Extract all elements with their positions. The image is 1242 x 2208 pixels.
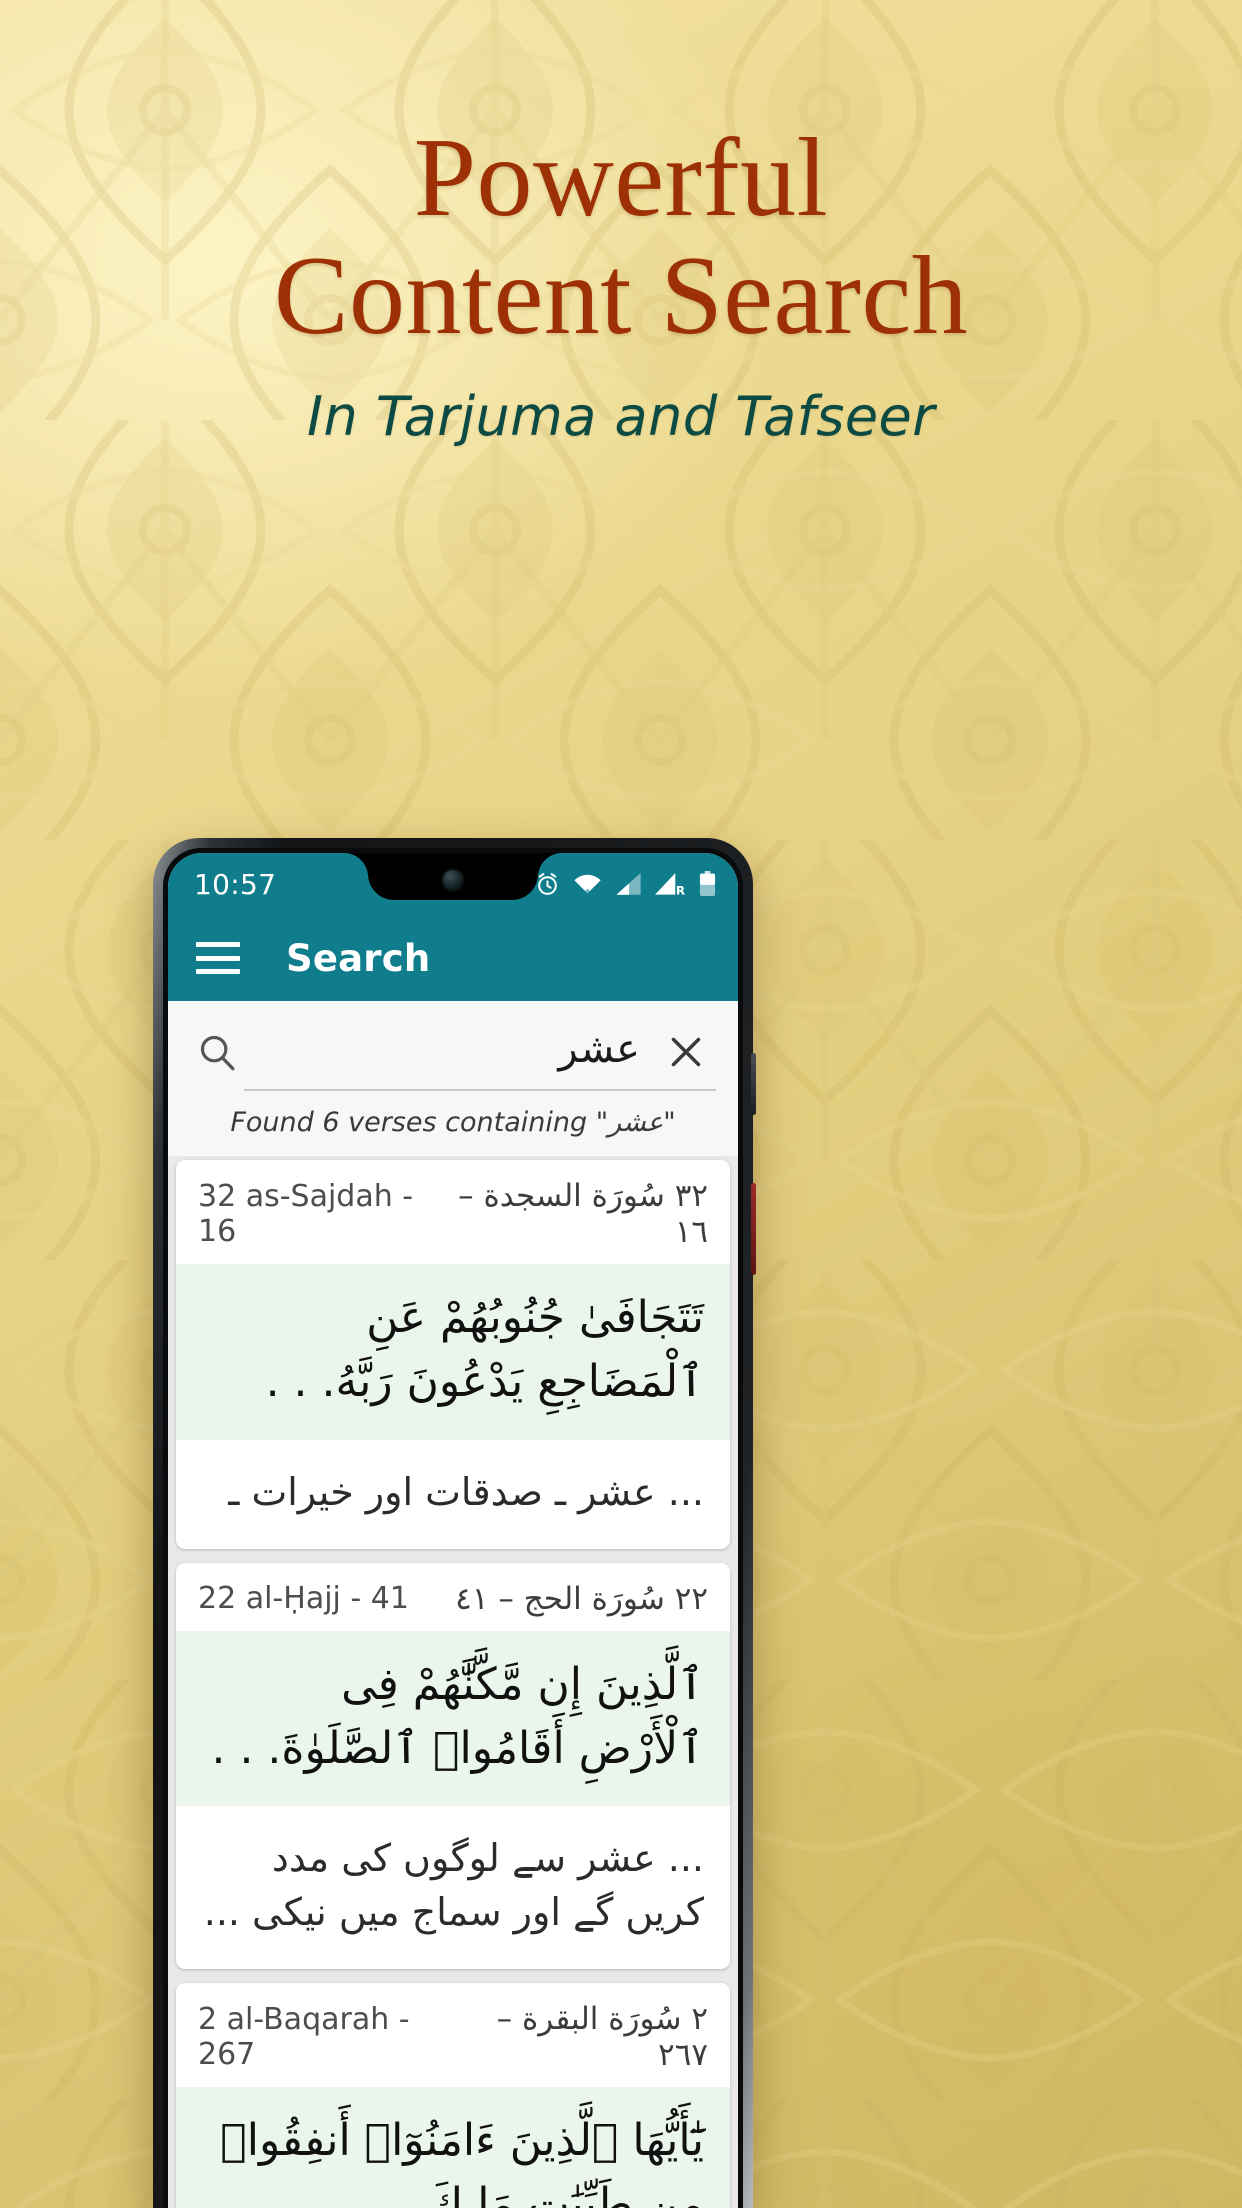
status-bar: 10:57 R	[168, 853, 738, 915]
result-card[interactable]: 22 al-Ḥajj - 41 ٢٢ سُورَة الحج – ٤١ ٱلَّ…	[176, 1562, 730, 1969]
wifi-icon	[574, 874, 601, 894]
hero-subtitle: In Tarjuma and Tafseer	[307, 385, 935, 448]
app-bar-title: Search	[286, 936, 431, 980]
phone-bezel: 10:57 R Search عشر Found 6 verses contai…	[163, 848, 743, 2208]
verse-reference-en: 22 al-Ḥajj - 41	[198, 1581, 409, 1617]
verse-reference-ar: ٢٢ سُورَة الحج – ٤١	[455, 1580, 708, 1617]
search-results-list[interactable]: 32 as-Sajdah - 16 ٣٢ سُورَة السجدة – ١٦ …	[168, 1156, 738, 2208]
result-card-header: 2 al-Baqarah - 267 ٢ سُورَة البقرة – ٢٦٧	[176, 1983, 730, 2087]
verse-translation-text: ... عشر ـ صدقات اور خیرات ـ	[228, 1469, 704, 1514]
result-summary: Found 6 verses containing "عشر"	[168, 1091, 738, 1156]
result-card-header: 32 as-Sajdah - 16 ٣٢ سُورَة السجدة – ١٦	[176, 1160, 730, 1264]
signal-roaming-icon: R	[655, 872, 685, 896]
front-camera-icon	[443, 869, 463, 890]
verse-translation-text: ... عشر سے لوگوں کی مدد کریں گے اور سماج…	[203, 1836, 704, 1934]
result-card[interactable]: 32 as-Sajdah - 16 ٣٢ سُورَة السجدة – ١٦ …	[176, 1160, 730, 1549]
verse-reference-en: 32 as-Sajdah - 16	[198, 1179, 414, 1249]
display-notch	[344, 853, 562, 900]
phone-mockup: 10:57 R Search عشر Found 6 verses contai…	[153, 838, 756, 2208]
verse-arabic-text: ٱلَّذِينَ إِن مَّكَّنَّٰهُمْ فِى ٱلْأَرْ…	[176, 1630, 730, 1807]
verse-reference-ar: ٢ سُورَة البقرة – ٢٦٧	[496, 2000, 708, 2073]
verse-arabic-text: يَٰٓأَيُّهَا ٱلَّذِينَ ءَامَنُوٓا۟ أَنفِ…	[176, 2086, 730, 2208]
svg-text:R: R	[676, 883, 685, 895]
headline-line-2: Content Search	[273, 234, 969, 358]
search-icon[interactable]	[190, 1032, 244, 1072]
close-icon[interactable]	[656, 1032, 716, 1072]
signal-icon	[616, 872, 641, 895]
power-button[interactable]	[751, 1183, 756, 1275]
battery-icon	[699, 871, 716, 897]
volume-button[interactable]	[751, 1053, 756, 1115]
phone-screen: 10:57 R Search عشر Found 6 verses contai…	[168, 853, 738, 2208]
result-card[interactable]: 2 al-Baqarah - 267 ٢ سُورَة البقرة – ٢٦٧…	[176, 1982, 730, 2208]
search-row: عشر	[190, 1015, 716, 1089]
status-bar-clock: 10:57	[194, 867, 277, 901]
verse-arabic-text: تَتَجَافَىٰ جُنُوبُهُمْ عَنِ ٱلْمَضَاجِع…	[176, 1264, 730, 1440]
headline-line-1: Powerful	[413, 116, 829, 240]
verse-reference-ar: ٣٢ سُورَة السجدة – ١٦	[458, 1178, 708, 1250]
status-bar-icons: R	[535, 871, 716, 897]
verse-reference-en: 2 al-Baqarah - 267	[198, 2001, 410, 2072]
search-input[interactable]: عشر	[244, 1026, 656, 1078]
search-section: عشر	[168, 1001, 738, 1091]
app-bar: Search	[168, 915, 738, 1001]
hamburger-menu-icon[interactable]	[196, 942, 240, 974]
result-card-header: 22 al-Ḥajj - 41 ٢٢ سُورَة الحج – ٤١	[176, 1563, 730, 1631]
